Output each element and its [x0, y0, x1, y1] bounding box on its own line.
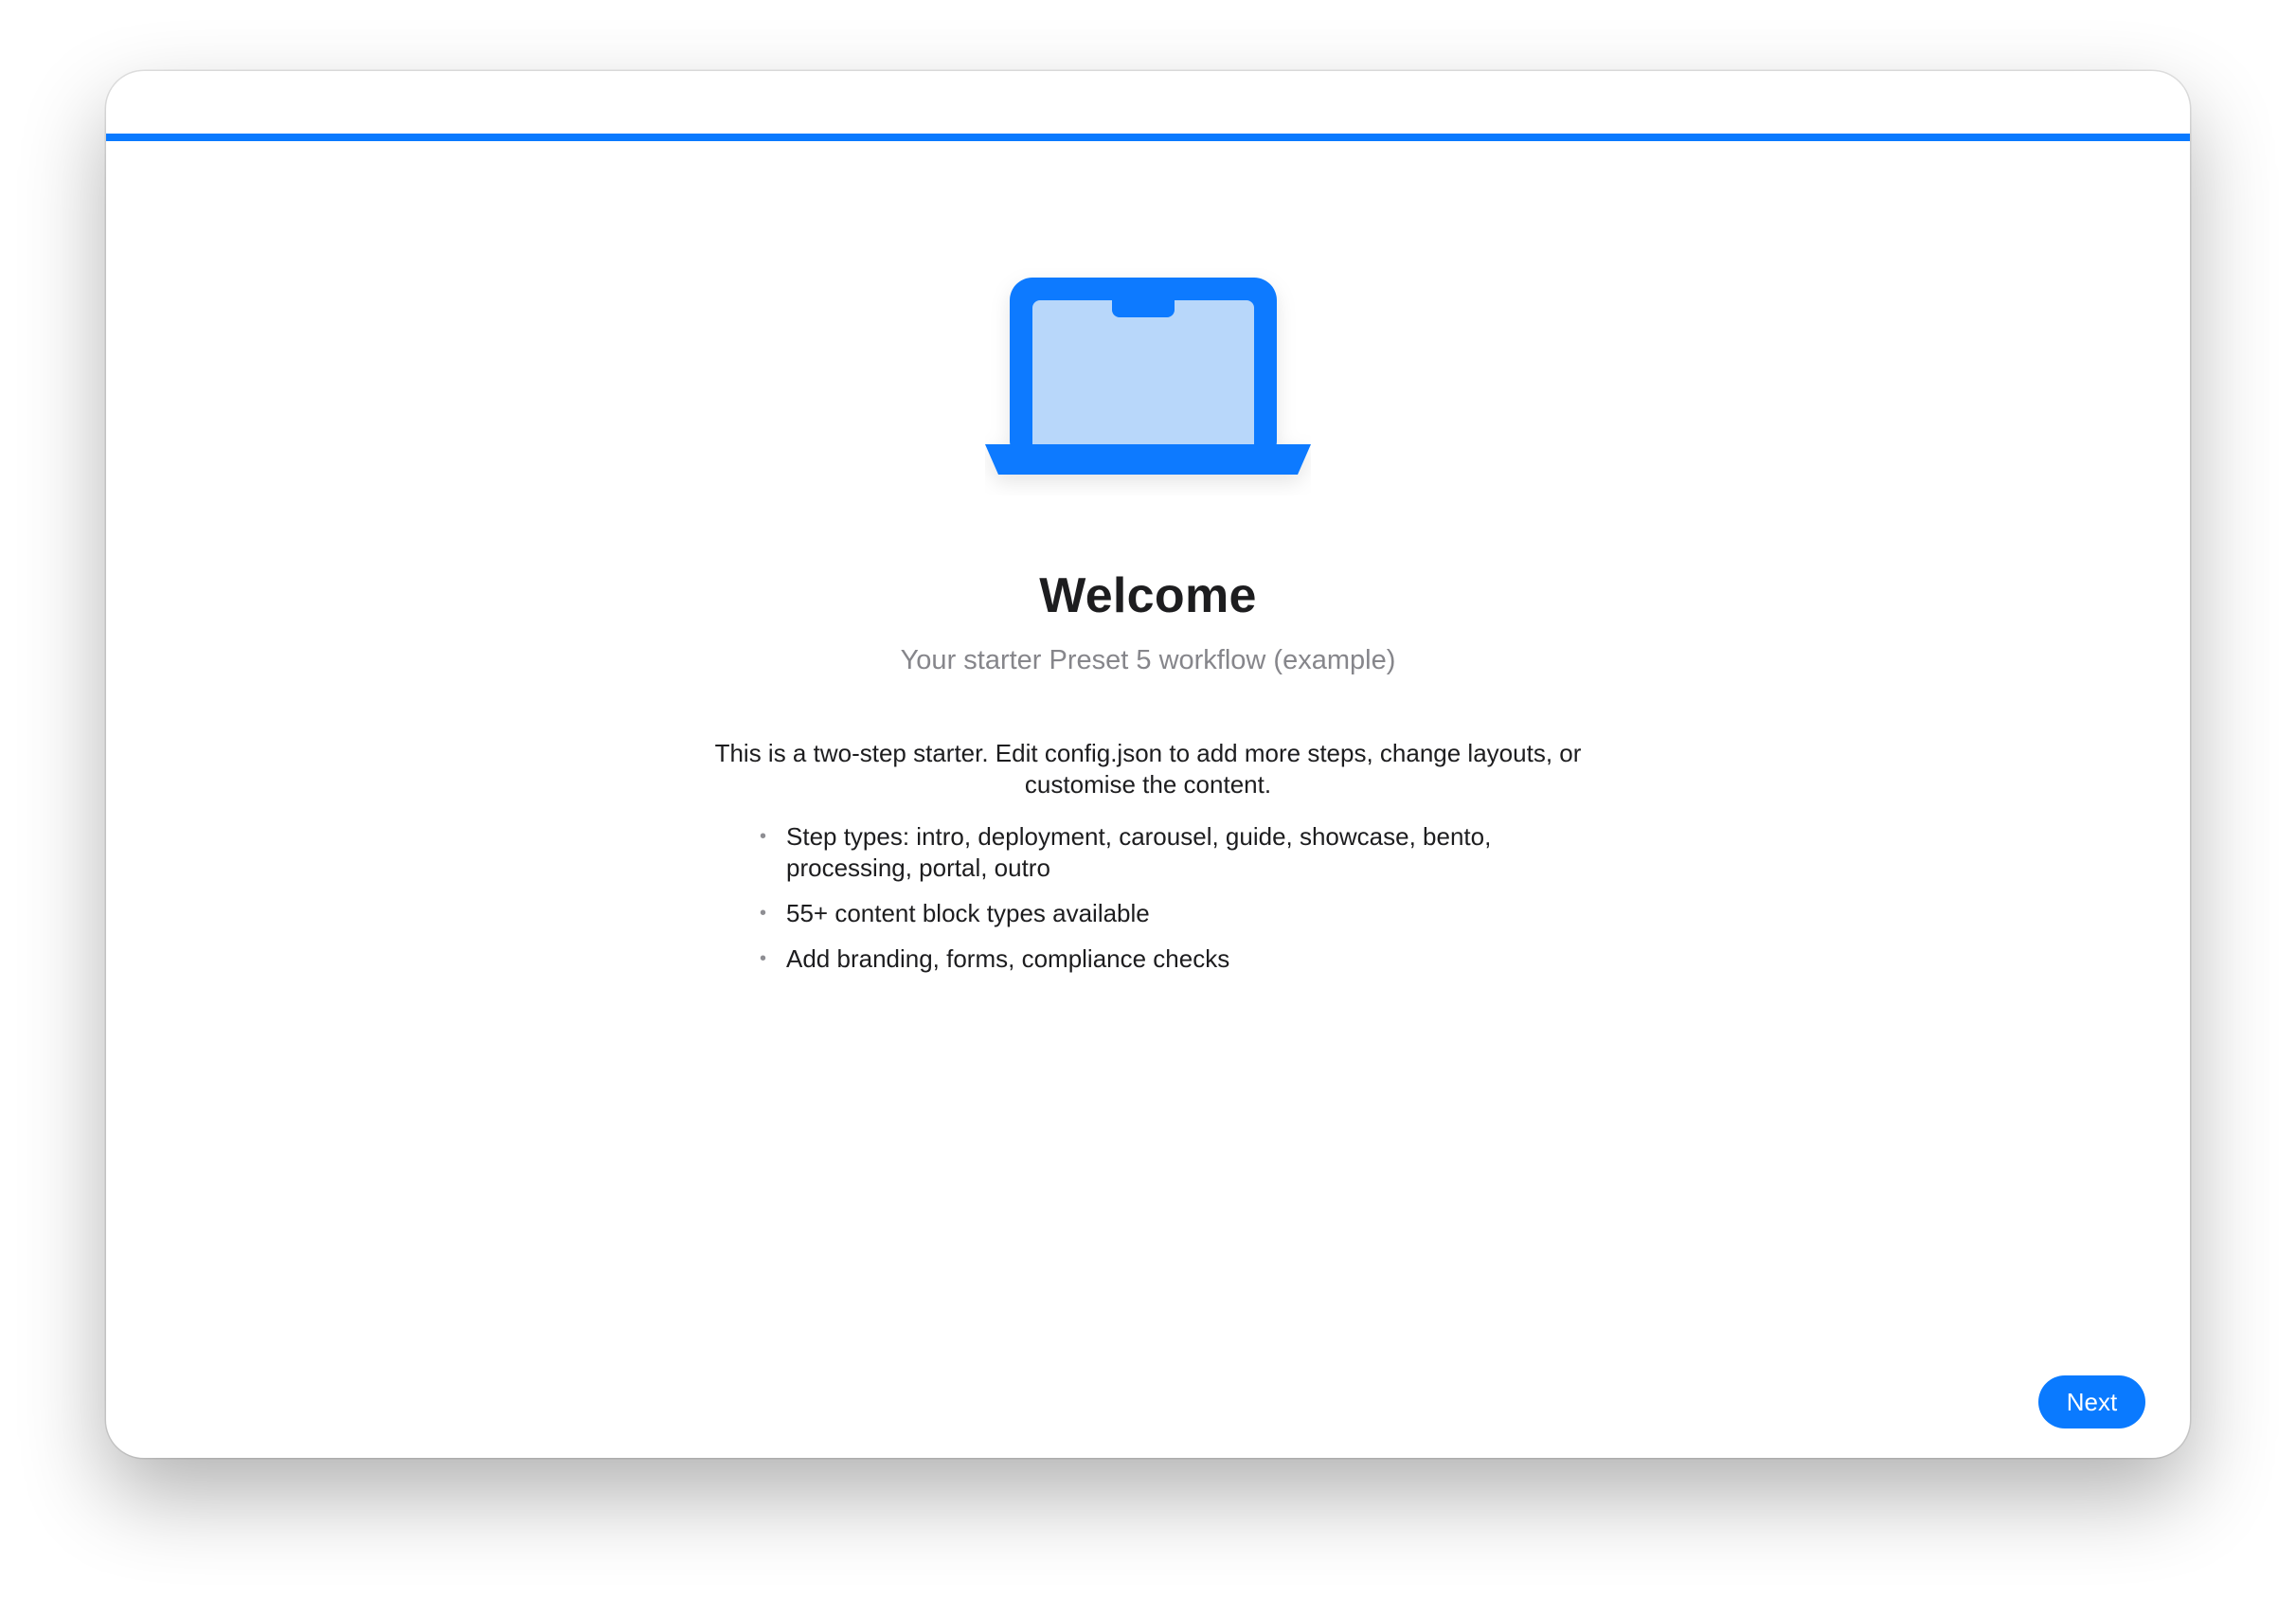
onboarding-window: Welcome Your starter Preset 5 workflow (…: [106, 71, 2190, 1458]
desktop-background: Welcome Your starter Preset 5 workflow (…: [0, 0, 2296, 1599]
bullet-icon: •: [760, 948, 767, 969]
bullet-icon: •: [760, 826, 767, 847]
page-subtitle: Your starter Preset 5 workflow (example): [900, 645, 1396, 675]
intro-text: This is a two-step starter. Edit config.…: [714, 739, 1582, 799]
next-button[interactable]: Next: [2038, 1375, 2145, 1428]
progress-bar-fill: [106, 134, 2190, 141]
progress-bar: [106, 134, 2190, 141]
feature-list: • Step types: intro, deployment, carouse…: [760, 821, 1574, 989]
bullet-icon: •: [760, 903, 767, 924]
list-item: • Step types: intro, deployment, carouse…: [760, 821, 1574, 884]
page-title: Welcome: [1039, 568, 1257, 623]
laptop-icon: [985, 268, 1311, 495]
list-item: • 55+ content block types available: [760, 898, 1574, 929]
laptop-icon-graphic: [985, 278, 1311, 475]
list-item-text: 55+ content block types available: [786, 899, 1150, 927]
list-item-text: Step types: intro, deployment, carousel,…: [786, 822, 1492, 882]
list-item: • Add branding, forms, compliance checks: [760, 943, 1574, 975]
list-item-text: Add branding, forms, compliance checks: [786, 944, 1230, 973]
